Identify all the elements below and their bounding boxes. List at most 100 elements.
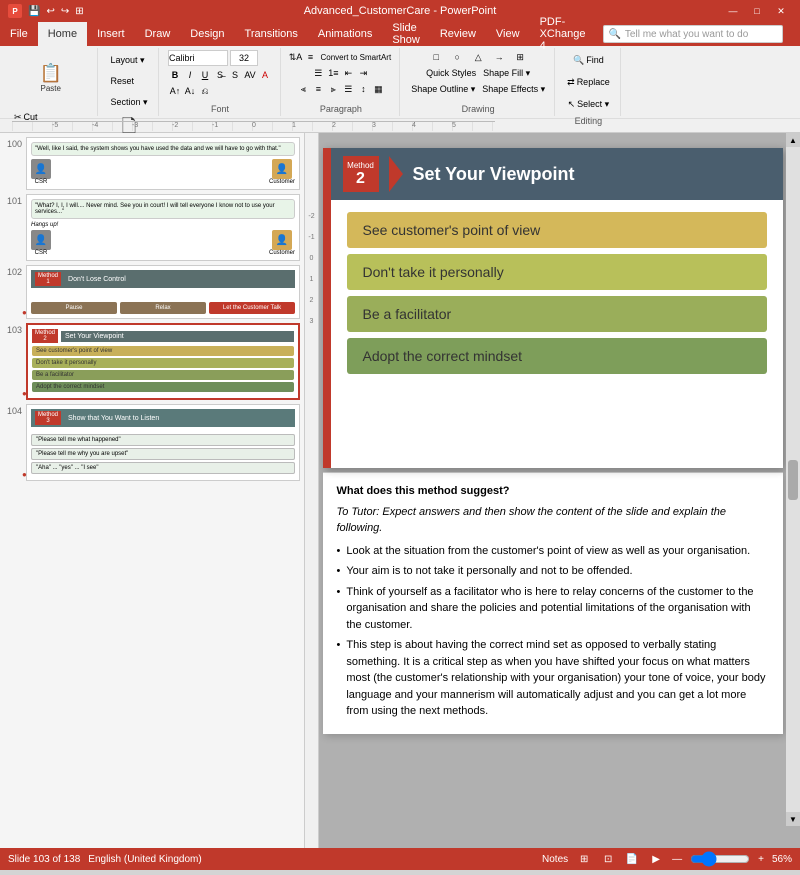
justify-button[interactable]: ☰ (341, 82, 355, 96)
arrange-button[interactable]: ⊞ (510, 50, 530, 64)
customer-avatar-img: 👤 (272, 159, 292, 179)
line-spacing-button[interactable]: ↕ (356, 82, 370, 96)
slide-item-102[interactable]: 102 Method 1 Don't Lose Control Pause Re… (4, 265, 300, 319)
bold-button[interactable]: B (168, 68, 182, 82)
scroll-up-button[interactable]: ▲ (786, 133, 800, 147)
tab-slideshow[interactable]: Slide Show (382, 22, 430, 46)
scroll-down-button[interactable]: ▼ (786, 812, 800, 826)
zoom-slider[interactable] (690, 854, 750, 864)
tab-transitions[interactable]: Transitions (235, 22, 308, 46)
slide101-csr-img: 👤 (31, 230, 51, 250)
slide-item-104[interactable]: 104 Method 3 Show that You Want to Liste… (4, 404, 300, 481)
shadow-button[interactable]: S (228, 68, 242, 82)
slide-sorter-icon[interactable]: ⊡ (600, 852, 616, 866)
text-direction-button[interactable]: ⇅A (289, 50, 303, 64)
vertical-scrollbar[interactable]: ▲ ▼ (786, 133, 800, 826)
expand-icon[interactable]: ⊞ (73, 6, 85, 17)
slide-thumb-104[interactable]: Method 3 Show that You Want to Listen "P… (26, 404, 300, 481)
tab-insert[interactable]: Insert (87, 22, 135, 46)
slide103-title: Set Your Viewpoint (61, 331, 294, 342)
shape-effects-button[interactable]: Shape Effects ▾ (479, 82, 548, 96)
shape-3[interactable]: △ (468, 50, 488, 64)
increase-indent-button[interactable]: ⇥ (356, 66, 370, 80)
main-slide-container[interactable]: Method 2 Set Your Viewpoint See customer… (323, 148, 783, 468)
italic-button[interactable]: I (183, 68, 197, 82)
select-button[interactable]: ↖ Select ▾ (564, 94, 614, 114)
align-right-button[interactable]: ⫸ (326, 82, 340, 96)
slide-thumb-103[interactable]: Method 2 Set Your Viewpoint See customer… (26, 323, 300, 400)
ribbon-search[interactable]: 🔍 Tell me what you want to do (603, 25, 783, 43)
bullets-button[interactable]: ☰ (311, 66, 325, 80)
tab-view[interactable]: View (486, 22, 530, 46)
zoom-level[interactable]: 56% (772, 854, 792, 865)
slide-item-101[interactable]: 101 "What? I, I, I will.... Never mind. … (4, 194, 300, 261)
slide101-avatars: 👤 CSR 👤 Customer (31, 230, 295, 256)
reset-button[interactable]: Reset (106, 71, 138, 91)
font-size-input[interactable] (230, 50, 258, 66)
slideshow-icon[interactable]: ▶ (648, 852, 664, 866)
decrease-indent-button[interactable]: ⇤ (341, 66, 355, 80)
zoom-minus[interactable]: — (672, 854, 682, 865)
shape-4[interactable]: → (489, 50, 509, 64)
editing-label: Editing (575, 114, 603, 126)
main-item-4: Adopt the correct mindset (347, 338, 767, 374)
minimize-button[interactable]: — (722, 4, 744, 18)
slide-thumb-100[interactable]: "Well, like I said, the system shows you… (26, 137, 300, 190)
reading-view-icon[interactable]: 📄 (624, 852, 640, 866)
tab-file[interactable]: File (0, 22, 38, 46)
font-name-input[interactable] (168, 50, 228, 66)
slide-thumb-102[interactable]: Method 1 Don't Lose Control Pause Relax … (26, 265, 300, 319)
find-button[interactable]: 🔍 Find (569, 50, 608, 70)
paste-button[interactable]: 📋 Paste (29, 50, 73, 106)
save-icon[interactable]: 💾 (26, 6, 42, 17)
shape-fill-button[interactable]: Shape Fill ▾ (480, 66, 533, 80)
decrease-font-button[interactable]: A↓ (183, 84, 197, 98)
layout-button[interactable]: Layout ▾ (106, 50, 148, 70)
slide-item-103[interactable]: 103 Method 2 Set Your Viewpoint See cust… (4, 323, 300, 400)
quick-styles-button[interactable]: Quick Styles (423, 66, 479, 80)
numbering-button[interactable]: 1≡ (326, 66, 340, 80)
shape-outline-button[interactable]: Shape Outline ▾ (408, 82, 478, 96)
convert-smartart-button[interactable]: Convert to SmartArt (319, 50, 394, 64)
share-button[interactable]: Share (791, 22, 800, 46)
main-item-2: Don't take it personally (347, 254, 767, 290)
paste-icon: 📋 (40, 64, 62, 82)
align-text-button[interactable]: ≡ (304, 50, 318, 64)
underline-button[interactable]: U (198, 68, 212, 82)
replace-button[interactable]: ⇄ Replace (563, 72, 614, 92)
tab-animations[interactable]: Animations (308, 22, 382, 46)
zoom-plus[interactable]: + (758, 854, 764, 865)
tab-draw[interactable]: Draw (135, 22, 181, 46)
notes-title: What does this method suggest? (337, 483, 769, 500)
slide-thumb-101[interactable]: "What? I, I, I will.... Never mind. See … (26, 194, 300, 261)
maximize-button[interactable]: □ (746, 4, 768, 18)
shape-2[interactable]: ○ (447, 50, 467, 64)
columns-button[interactable]: ▦ (371, 82, 385, 96)
close-button[interactable]: ✕ (770, 4, 792, 18)
align-left-button[interactable]: ⫷ (296, 82, 310, 96)
char-spacing-button[interactable]: AV (243, 68, 257, 82)
strikethrough-button[interactable]: S̶ (213, 68, 227, 82)
slide102-control-btns: Pause Relax Let the Customer Talk (31, 302, 295, 314)
status-bar: Slide 103 of 138 English (United Kingdom… (0, 848, 800, 870)
align-center-button[interactable]: ≡ (311, 82, 325, 96)
slide-num-101: 101 (4, 194, 22, 261)
tab-pdfxchange[interactable]: PDF-XChange 4 (530, 22, 596, 46)
font-color-button[interactable]: A (258, 68, 272, 82)
tab-review[interactable]: Review (430, 22, 486, 46)
notes-label[interactable]: Notes (542, 854, 568, 865)
shapes-row: □ ○ △ → ⊞ (426, 50, 530, 64)
undo-icon[interactable]: ↩ (44, 6, 56, 17)
clear-format-button[interactable]: ⎌ (198, 84, 212, 98)
increase-font-button[interactable]: A↑ (168, 84, 182, 98)
bullet-3-dot: • (337, 584, 341, 634)
drawing-row3: Shape Outline ▾ Shape Effects ▾ (408, 82, 548, 96)
section-button[interactable]: Section ▾ (106, 92, 151, 112)
tab-design[interactable]: Design (180, 22, 234, 46)
normal-view-icon[interactable]: ⊞ (576, 852, 592, 866)
slide-item-100[interactable]: 100 "Well, like I said, the system shows… (4, 137, 300, 190)
slide-panel[interactable]: 100 "Well, like I said, the system shows… (0, 133, 305, 848)
shape-1[interactable]: □ (426, 50, 446, 64)
redo-icon[interactable]: ↪ (59, 6, 71, 17)
tab-home[interactable]: Home (38, 22, 87, 46)
